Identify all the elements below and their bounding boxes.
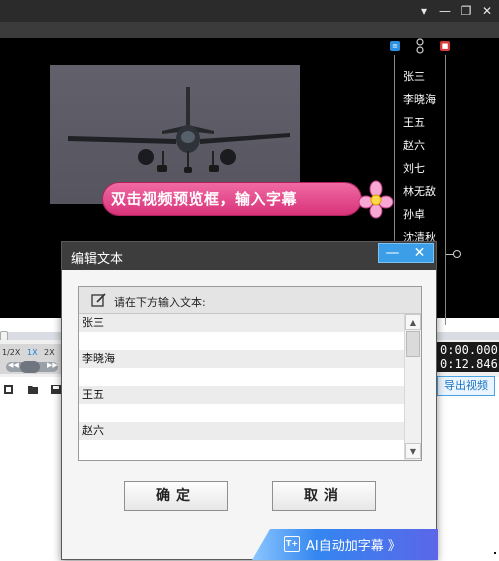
menu-dropdown-icon[interactable]: ▾ (415, 2, 433, 20)
ai-auto-subtitle-button[interactable]: T+ AI自动加字幕 》 (252, 529, 438, 560)
speed-2x-button[interactable]: 2X (44, 348, 55, 357)
export-video-button[interactable]: 导出视频 (437, 376, 495, 396)
text-line[interactable]: 李晓海 (79, 350, 404, 368)
close-icon[interactable]: ✕ (478, 2, 496, 20)
flower-decoration-icon (358, 180, 394, 219)
subtitle-textarea[interactable]: 张三 李晓海 王五 赵六 (79, 314, 404, 460)
open-folder-icon[interactable] (27, 384, 39, 395)
dialog-titlebar[interactable]: 编辑文本 — ✕ (62, 242, 436, 270)
speed-slider-knob[interactable] (20, 361, 40, 373)
track-delete-icon[interactable]: ■ (440, 41, 450, 51)
subtitle-item[interactable]: 孙卓 (403, 206, 443, 222)
subtitle-item[interactable]: 李晓海 (403, 91, 443, 107)
confirm-button[interactable]: 确定 (124, 481, 228, 511)
text-line[interactable]: 王五 (79, 386, 404, 404)
ai-subtitle-label: AI自动加字幕 》 (306, 539, 401, 554)
edit-text-dialog: 编辑文本 — ✕ 请在下方输入文本: 张三 李晓海 王五 赵六 ▲ ▼ 确定 取… (61, 241, 438, 560)
vertical-scrollbar[interactable]: ▲ ▼ (404, 314, 421, 460)
toolbar-band (0, 22, 499, 38)
panel-header: 请在下方输入文本: (79, 287, 421, 314)
scroll-thumb[interactable] (406, 331, 420, 357)
scroll-down-icon[interactable]: ▼ (405, 443, 421, 459)
track-end-handle[interactable] (453, 250, 461, 258)
speed-1x-button[interactable]: 1X (27, 348, 38, 357)
cancel-button[interactable]: 取消 (272, 481, 376, 511)
time-total: 0:12.846 (440, 357, 498, 371)
subtitle-item[interactable]: 刘七 (403, 160, 443, 176)
app-titlebar: ▾ — ❐ ✕ (0, 0, 499, 22)
time-current: 0:00.000 (440, 343, 498, 357)
promo-hint-banner: 双击视频预览框，输入字幕 (103, 183, 361, 215)
scroll-up-icon[interactable]: ▲ (405, 314, 421, 330)
rewind-icon[interactable]: ◀◀ (8, 361, 19, 369)
stray-dot (494, 552, 496, 554)
dialog-window-controls: — ✕ (378, 243, 434, 263)
text-line[interactable]: 赵六 (79, 422, 404, 440)
forward-icon[interactable]: ▶▶ (47, 361, 58, 369)
input-prompt-label: 请在下方输入文本: (114, 296, 206, 309)
subtitle-item[interactable]: 张三 (403, 68, 443, 84)
text-line[interactable]: 张三 (79, 314, 404, 332)
edit-icon (91, 293, 106, 307)
minimize-icon[interactable]: — (436, 2, 454, 20)
track-list-icon[interactable]: ≡ (390, 41, 400, 51)
text-input-panel: 请在下方输入文本: 张三 李晓海 王五 赵六 ▲ ▼ (78, 286, 422, 461)
track-handle-icon[interactable] (416, 38, 424, 54)
dialog-minimize-icon[interactable]: — (379, 244, 406, 262)
speed-half-button[interactable]: 1/2X (2, 348, 20, 357)
ai-subtitle-icon: T+ (284, 536, 300, 552)
new-file-icon[interactable] (3, 384, 15, 395)
subtitle-item[interactable]: 王五 (403, 114, 443, 130)
subtitle-item[interactable]: 赵六 (403, 137, 443, 153)
time-display: 0:00.000 0:12.846 (437, 342, 499, 372)
dialog-title: 编辑文本 (71, 252, 124, 267)
dialog-close-icon[interactable]: ✕ (406, 244, 433, 262)
subtitle-item[interactable]: 林无敌 (403, 183, 443, 199)
restore-icon[interactable]: ❐ (457, 2, 475, 20)
